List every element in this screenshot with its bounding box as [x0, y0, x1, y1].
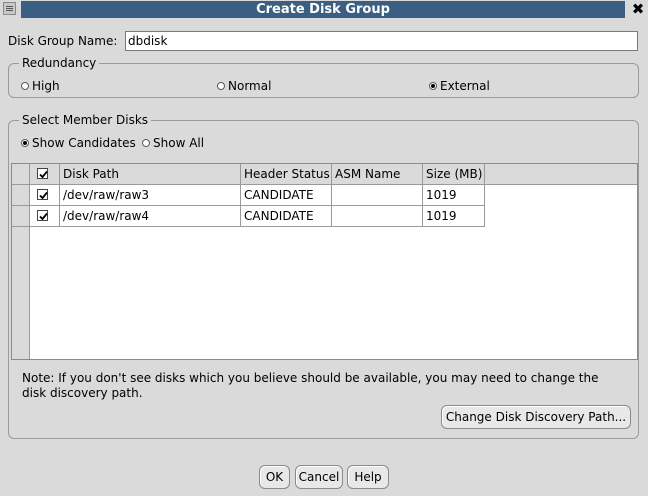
radio-selected-icon	[429, 82, 437, 90]
show-candidates-radio[interactable]: Show Candidates	[21, 136, 136, 150]
radio-unselected-icon	[21, 82, 29, 90]
discovery-note: Note: If you don't see disks which you b…	[22, 371, 599, 400]
table-cell-asm-name[interactable]	[332, 206, 423, 227]
redundancy-high-radio[interactable]: High	[21, 79, 60, 93]
radio-selected-icon	[21, 139, 29, 147]
checkmark-icon[interactable]	[37, 168, 48, 179]
table-cell-header-status[interactable]: CANDIDATE	[241, 206, 332, 227]
radio-label: Show All	[153, 136, 205, 150]
column-header-header-status[interactable]: Header Status	[241, 164, 332, 185]
column-header-size[interactable]: Size (MB)	[423, 164, 485, 185]
close-icon[interactable]: ✖	[629, 0, 647, 19]
table-cell-disk-path[interactable]: /dev/raw/raw3	[60, 185, 241, 206]
table-cell-disk-path[interactable]: /dev/raw/raw4	[60, 206, 241, 227]
table-cell-asm-name[interactable]	[332, 185, 423, 206]
row-checkbox-cell[interactable]	[30, 206, 60, 227]
cancel-button[interactable]: Cancel	[295, 465, 343, 489]
redundancy-legend: Redundancy	[19, 56, 100, 70]
radio-label: External	[440, 79, 490, 93]
help-button[interactable]: Help	[347, 465, 389, 489]
redundancy-external-radio[interactable]: External	[429, 79, 490, 93]
table-cell-header-status[interactable]: CANDIDATE	[241, 185, 332, 206]
column-header-disk-path[interactable]: Disk Path	[60, 164, 241, 185]
window-menu-icon[interactable]	[3, 2, 16, 15]
column-header-asm-name[interactable]: ASM Name	[332, 164, 423, 185]
show-all-radio[interactable]: Show All	[142, 136, 204, 150]
disk-group-name-label: Disk Group Name:	[8, 34, 118, 48]
row-header	[12, 206, 30, 227]
redundancy-group	[8, 63, 639, 98]
checkmark-icon[interactable]	[37, 210, 48, 221]
radio-label: Show Candidates	[32, 136, 136, 150]
radio-unselected-icon	[142, 139, 150, 147]
disk-group-name-input[interactable]	[125, 31, 638, 51]
redundancy-normal-radio[interactable]: Normal	[217, 79, 271, 93]
radio-label: High	[32, 79, 60, 93]
window-title: Create Disk Group	[21, 1, 625, 18]
change-discovery-path-button[interactable]: Change Disk Discovery Path...	[441, 405, 631, 429]
radio-unselected-icon	[217, 82, 225, 90]
ok-button[interactable]: OK	[259, 465, 290, 489]
title-bar: Create Disk Group ✖	[0, 0, 648, 19]
row-header	[12, 185, 30, 206]
header-select-all[interactable]	[30, 164, 60, 185]
disk-table[interactable]: Disk Path Header Status ASM Name Size (M…	[11, 163, 638, 360]
radio-label: Normal	[228, 79, 272, 93]
member-disks-legend: Select Member Disks	[19, 113, 152, 127]
row-checkbox-cell[interactable]	[30, 185, 60, 206]
header-corner	[12, 164, 30, 185]
table-cell-size[interactable]: 1019	[423, 206, 485, 227]
checkmark-icon[interactable]	[37, 189, 48, 200]
table-cell-size[interactable]: 1019	[423, 185, 485, 206]
